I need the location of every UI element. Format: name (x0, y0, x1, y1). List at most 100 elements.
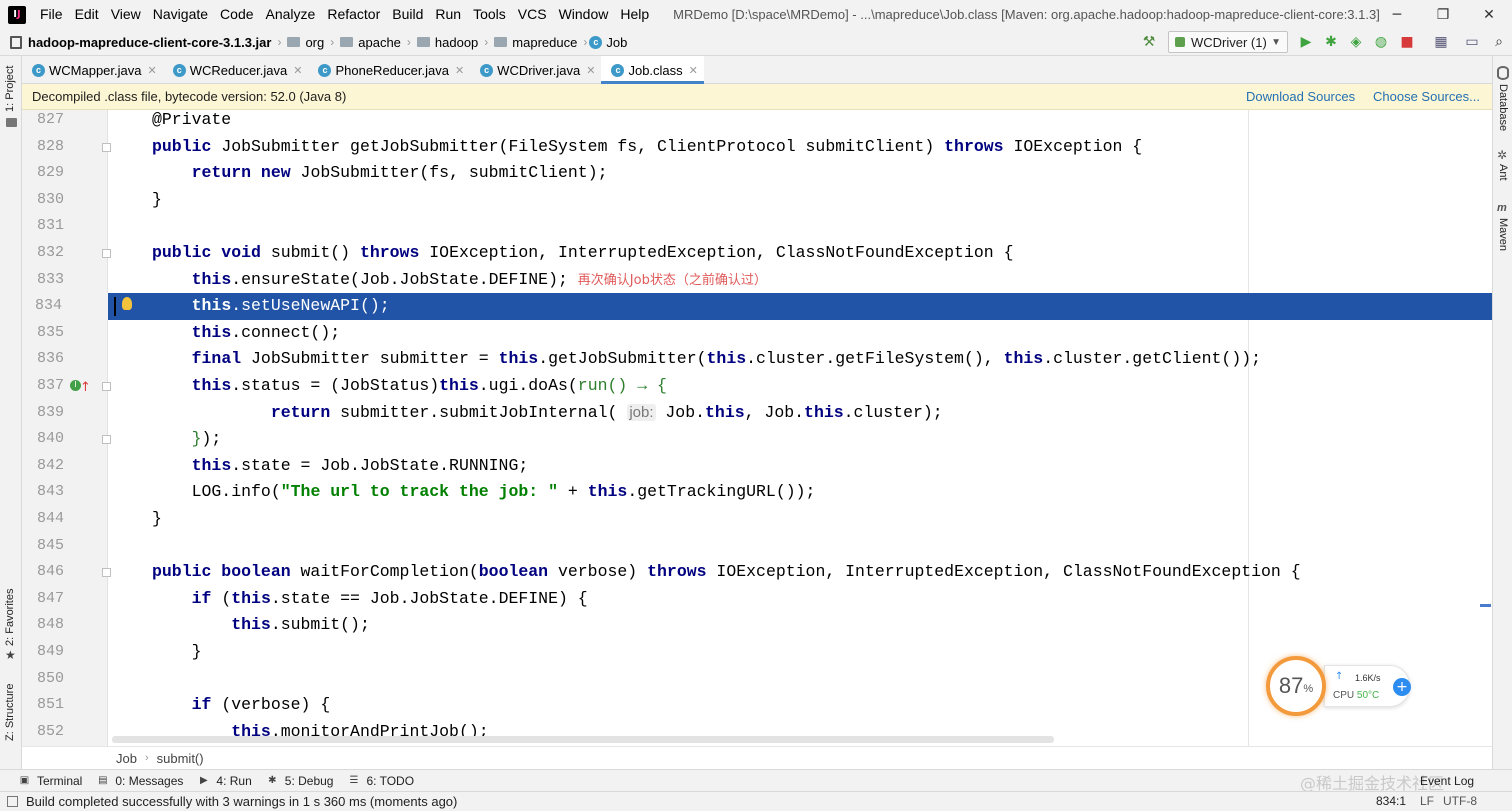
code-editor[interactable]: 827 @Private 828 public JobSubmitter getJob… (22, 110, 1492, 746)
code-breadcrumb-class[interactable]: Job (116, 751, 137, 766)
window-layout-icon[interactable]: ▭ (1463, 33, 1481, 51)
close-window-icon[interactable]: ✕ (1466, 0, 1512, 29)
editor-tab[interactable]: c PhoneReducer.java ✕ (308, 56, 470, 84)
menu-build[interactable]: Build (386, 0, 429, 29)
ant-tool-tab[interactable]: Ant (1497, 164, 1509, 181)
code-line[interactable]: 836 final JobSubmitter submitter = this.… (22, 346, 1492, 373)
structure-tool-tab[interactable]: Z: Structure (4, 684, 16, 741)
debug-icon[interactable]: ✱ (1322, 33, 1340, 51)
tool-window-messages[interactable]: ▤ 0: Messages (96, 774, 183, 788)
code-line[interactable]: 848 this.submit(); (22, 612, 1492, 639)
code-line[interactable]: 834 this.setUseNewAPI(); (22, 293, 1492, 320)
fold-icon[interactable] (102, 382, 111, 391)
menu-navigate[interactable]: Navigate (147, 0, 214, 29)
coverage-icon[interactable]: ◈ (1347, 33, 1365, 51)
code-line[interactable]: 829 return new JobSubmitter(fs, submitCl… (22, 160, 1492, 187)
fold-icon[interactable] (102, 249, 111, 258)
code-line[interactable]: 835 this.connect(); (22, 320, 1492, 347)
file-encoding[interactable]: UTF-8 (1443, 794, 1477, 808)
cpu-monitor-widget[interactable]: ↑ 1.6K/s CPU 50°C + 87% (1266, 656, 1412, 716)
terminal-icon: ▣ (19, 775, 30, 786)
menu-vcs[interactable]: VCS (512, 0, 553, 29)
code-line[interactable]: 827 @Private (22, 110, 1492, 134)
run-icon[interactable]: ▶ (1297, 33, 1315, 51)
horizontal-scrollbar[interactable] (112, 736, 1054, 743)
close-tab-icon[interactable]: ✕ (689, 64, 698, 77)
line-separator[interactable]: LF (1420, 794, 1434, 808)
breadcrumb-apache[interactable]: › apache (324, 35, 401, 50)
fold-icon[interactable] (102, 142, 111, 152)
stop-icon[interactable]: ■ (1398, 33, 1416, 51)
project-tool-tab[interactable]: 1: Project (4, 66, 16, 112)
override-arrow-icon[interactable]: ↑ (80, 375, 91, 402)
caret-position[interactable]: 834:1 (1376, 794, 1406, 808)
code-line[interactable]: 845 (22, 533, 1492, 560)
fold-icon[interactable] (102, 435, 111, 445)
menu-window[interactable]: Window (553, 0, 615, 29)
code-text: if (verbose) { (191, 695, 331, 715)
code-line[interactable]: 843 LOG.info("The url to track the job: … (22, 479, 1492, 506)
build-hammer-icon[interactable]: ⚒ (1140, 33, 1158, 51)
status-bar: Build completed successfully with 3 warn… (0, 791, 1512, 811)
code-line[interactable]: 840 }); (22, 426, 1492, 453)
menu-view[interactable]: View (105, 0, 147, 29)
code-line[interactable]: 831 (22, 213, 1492, 240)
database-tool-tab[interactable]: Database (1497, 84, 1509, 131)
menu-tools[interactable]: Tools (467, 0, 512, 29)
menu-run[interactable]: Run (429, 0, 467, 29)
profile-icon[interactable]: ◍ (1372, 33, 1390, 51)
code-line[interactable]: 837 this.status = (JobStatus)this.ugi.do… (22, 373, 1492, 400)
tool-window-run[interactable]: ▶ 4: Run (197, 774, 252, 788)
tool-window-debug[interactable]: ✱ 5: Debug (266, 774, 333, 788)
close-tab-icon[interactable]: ✕ (586, 64, 595, 77)
editor-tab[interactable]: c WCMapper.java ✕ (22, 56, 163, 84)
code-line[interactable]: 842 this.state = Job.JobState.RUNNING; (22, 453, 1492, 480)
cpu-usage-ring: 87% (1266, 656, 1326, 716)
close-tab-icon[interactable]: ✕ (455, 64, 464, 77)
code-line[interactable]: 839 return submitter.submitJobInternal( … (22, 400, 1492, 427)
breadcrumb-mapreduce[interactable]: › mapreduce (478, 35, 577, 50)
breadcrumb-hadoop[interactable]: › hadoop (401, 35, 478, 50)
maven-tool-tab[interactable]: Maven (1497, 218, 1509, 251)
cpu-monitor-panel: ↑ 1.6K/s CPU 50°C + (1324, 665, 1411, 707)
close-tab-icon[interactable]: ✕ (147, 64, 156, 77)
tool-window-terminal[interactable]: ▣ Terminal (18, 774, 83, 788)
breadcrumb-jar[interactable]: hadoop-mapreduce-client-core-3.1.3.jar (28, 35, 271, 50)
code-line[interactable]: 844} (22, 506, 1492, 533)
code-line[interactable]: 847 if (this.state == Job.JobState.DEFIN… (22, 586, 1492, 613)
menu-file[interactable]: File (34, 0, 69, 29)
code-breadcrumb-method[interactable]: submit() (157, 751, 204, 766)
code-line[interactable]: 830} (22, 187, 1492, 214)
code-line[interactable]: 832 public void submit() throws IOExcepti… (22, 240, 1492, 267)
breadcrumb-class[interactable]: › c Job (577, 35, 627, 50)
editor-tab[interactable]: c WCReducer.java ✕ (163, 56, 309, 84)
project-structure-icon[interactable]: ▦ (1432, 33, 1450, 51)
close-tab-icon[interactable]: ✕ (293, 64, 302, 77)
event-log-button[interactable]: Event Log (1420, 774, 1474, 788)
favorites-tool-tab[interactable]: 2: Favorites (4, 589, 16, 646)
maximize-icon[interactable]: ❐ (1420, 0, 1466, 29)
menu-refactor[interactable]: Refactor (321, 0, 386, 29)
scroll-position-marker[interactable] (1480, 604, 1491, 607)
code-line[interactable]: 846 public boolean waitForCompletion(bool… (22, 559, 1492, 586)
minimize-icon[interactable]: ─ (1374, 0, 1420, 29)
editor-tab[interactable]: c Job.class ✕ (601, 56, 705, 84)
editor-tab[interactable]: c WCDriver.java ✕ (470, 56, 601, 84)
code-line[interactable]: 833 this.ensureState(Job.JobState.DEFINE… (22, 267, 1492, 294)
menu-code[interactable]: Code (214, 0, 259, 29)
menu-analyze[interactable]: Analyze (260, 0, 322, 29)
status-toggle-icon[interactable] (7, 796, 18, 807)
tool-window-todo[interactable]: ☰ 6: TODO (347, 774, 414, 788)
menu-help[interactable]: Help (614, 0, 655, 29)
search-icon[interactable]: ⌕ (1490, 33, 1508, 51)
fold-icon[interactable] (102, 568, 111, 578)
choose-sources-link[interactable]: Choose Sources... (1373, 89, 1480, 104)
plus-icon[interactable]: + (1393, 678, 1411, 696)
run-configuration-select[interactable]: WCDriver (1) ▼ (1168, 31, 1288, 53)
breadcrumb-org[interactable]: › org (271, 35, 324, 50)
intention-bulb-icon[interactable] (122, 297, 132, 311)
menu-edit[interactable]: Edit (69, 0, 105, 29)
code-line[interactable]: 828 public JobSubmitter getJobSubmitter(F… (22, 134, 1492, 161)
debug-icon: ✱ (268, 775, 277, 786)
download-sources-link[interactable]: Download Sources (1246, 89, 1355, 104)
